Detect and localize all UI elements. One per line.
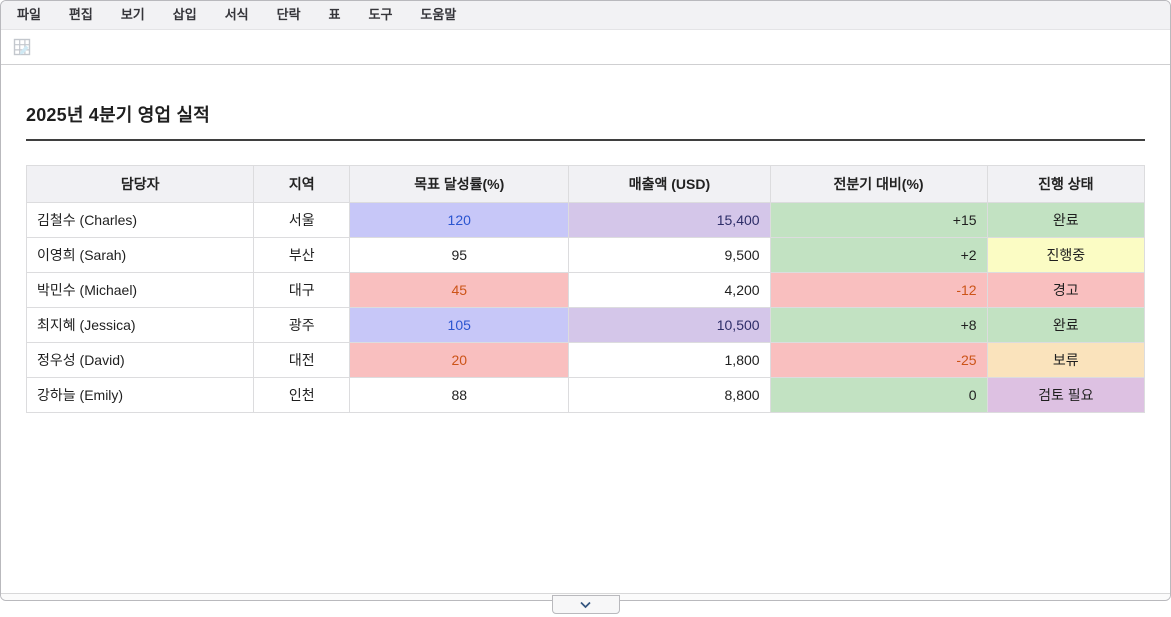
menu-help[interactable]: 도움말 bbox=[406, 1, 470, 29]
table-cell[interactable]: 보류 bbox=[987, 343, 1144, 378]
table-cell[interactable]: 완료 bbox=[987, 308, 1144, 343]
table-cell[interactable]: 105 bbox=[350, 308, 569, 343]
table-cell[interactable]: 부산 bbox=[254, 238, 350, 273]
table-cell[interactable]: 15,400 bbox=[569, 203, 770, 238]
table-cell[interactable]: 대구 bbox=[254, 273, 350, 308]
menu-file[interactable]: 파일 bbox=[3, 1, 55, 29]
menu-view[interactable]: 보기 bbox=[107, 1, 159, 29]
table-cell[interactable]: 정우성 (David) bbox=[27, 343, 254, 378]
table-cell[interactable]: +2 bbox=[770, 238, 987, 273]
table-body: 김철수 (Charles)서울12015,400+15완료이영희 (Sarah)… bbox=[27, 203, 1145, 413]
table-cell[interactable]: 김철수 (Charles) bbox=[27, 203, 254, 238]
table-cell[interactable]: +8 bbox=[770, 308, 987, 343]
table-row: 정우성 (David)대전201,800-25보류 bbox=[27, 343, 1145, 378]
column-header-3[interactable]: 매출액 (USD) bbox=[569, 166, 770, 203]
table-cell[interactable]: -25 bbox=[770, 343, 987, 378]
table-row: 김철수 (Charles)서울12015,400+15완료 bbox=[27, 203, 1145, 238]
table-cell[interactable]: 0 bbox=[770, 378, 987, 413]
table-row: 강하늘 (Emily)인천888,8000검토 필요 bbox=[27, 378, 1145, 413]
menu-tools[interactable]: 도구 bbox=[355, 1, 407, 29]
table-cell[interactable]: +15 bbox=[770, 203, 987, 238]
table-cell[interactable]: 10,500 bbox=[569, 308, 770, 343]
table-cell[interactable]: 경고 bbox=[987, 273, 1144, 308]
expand-panel-button[interactable] bbox=[552, 595, 620, 614]
table-cell[interactable]: 이영희 (Sarah) bbox=[27, 238, 254, 273]
column-header-5[interactable]: 진행 상태 bbox=[987, 166, 1144, 203]
menu-insert[interactable]: 삽입 bbox=[159, 1, 211, 29]
table-cell[interactable]: 강하늘 (Emily) bbox=[27, 378, 254, 413]
table-cell[interactable]: 대전 bbox=[254, 343, 350, 378]
column-header-4[interactable]: 전분기 대비(%) bbox=[770, 166, 987, 203]
table-cell[interactable]: 4,200 bbox=[569, 273, 770, 308]
document-area[interactable]: 2025년 4분기 영업 실적 담당자지역목표 달성률(%)매출액 (USD)전… bbox=[1, 65, 1170, 413]
document-title[interactable]: 2025년 4분기 영업 실적 bbox=[26, 101, 1145, 141]
table-cell[interactable]: 120 bbox=[350, 203, 569, 238]
menubar: 파일 편집 보기 삽입 서식 단락 표 도구 도움말 bbox=[1, 1, 1170, 30]
column-header-2[interactable]: 목표 달성률(%) bbox=[350, 166, 569, 203]
menu-edit[interactable]: 편집 bbox=[55, 1, 107, 29]
table-row: 최지혜 (Jessica)광주10510,500+8완료 bbox=[27, 308, 1145, 343]
table-cell[interactable]: 1,800 bbox=[569, 343, 770, 378]
table-grid-icon bbox=[13, 38, 32, 57]
column-header-1[interactable]: 지역 bbox=[254, 166, 350, 203]
page: 파일 편집 보기 삽입 서식 단락 표 도구 도움말 bbox=[0, 0, 1171, 617]
column-header-0[interactable]: 담당자 bbox=[27, 166, 254, 203]
table-cell[interactable]: 검토 필요 bbox=[987, 378, 1144, 413]
table-row: 박민수 (Michael)대구454,200-12경고 bbox=[27, 273, 1145, 308]
table-cell[interactable]: -12 bbox=[770, 273, 987, 308]
table-cell[interactable]: 서울 bbox=[254, 203, 350, 238]
header-row: 담당자지역목표 달성률(%)매출액 (USD)전분기 대비(%)진행 상태 bbox=[27, 166, 1145, 203]
table-cell[interactable]: 진행중 bbox=[987, 238, 1144, 273]
menu-format[interactable]: 서식 bbox=[211, 1, 263, 29]
menu-paragraph[interactable]: 단락 bbox=[263, 1, 315, 29]
menu-table[interactable]: 표 bbox=[315, 1, 355, 29]
table-cell[interactable]: 88 bbox=[350, 378, 569, 413]
table-cell[interactable]: 박민수 (Michael) bbox=[27, 273, 254, 308]
table-cell[interactable]: 인천 bbox=[254, 378, 350, 413]
table-cell[interactable]: 광주 bbox=[254, 308, 350, 343]
sales-table: 담당자지역목표 달성률(%)매출액 (USD)전분기 대비(%)진행 상태 김철… bbox=[26, 165, 1145, 413]
table-cell[interactable]: 최지혜 (Jessica) bbox=[27, 308, 254, 343]
table-cell[interactable]: 8,800 bbox=[569, 378, 770, 413]
table-header: 담당자지역목표 달성률(%)매출액 (USD)전분기 대비(%)진행 상태 bbox=[27, 166, 1145, 203]
toolbar bbox=[1, 30, 1170, 65]
table-cell[interactable]: 45 bbox=[350, 273, 569, 308]
chevron-down-icon bbox=[579, 601, 592, 609]
table-cell[interactable]: 9,500 bbox=[569, 238, 770, 273]
insert-table-button[interactable] bbox=[10, 35, 34, 59]
table-cell[interactable]: 완료 bbox=[987, 203, 1144, 238]
table-row: 이영희 (Sarah)부산959,500+2진행중 bbox=[27, 238, 1145, 273]
table-cell[interactable]: 20 bbox=[350, 343, 569, 378]
table-cell[interactable]: 95 bbox=[350, 238, 569, 273]
app-window: 파일 편집 보기 삽입 서식 단락 표 도구 도움말 bbox=[0, 0, 1171, 601]
